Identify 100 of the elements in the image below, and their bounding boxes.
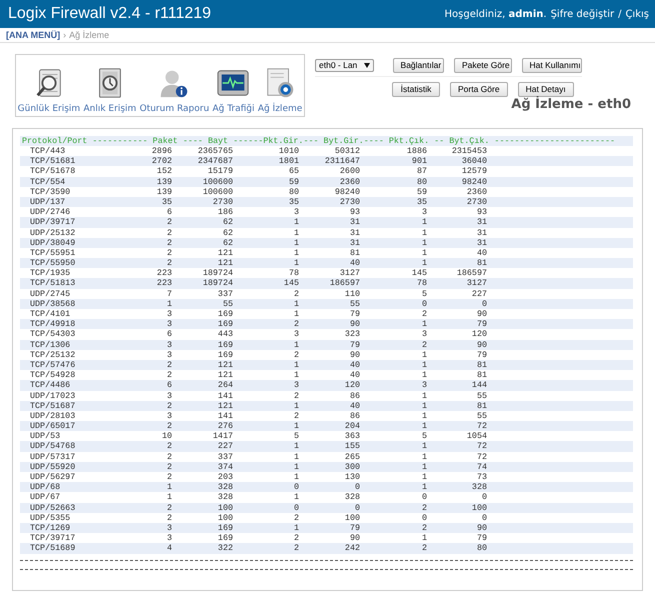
- report-button[interactable]: Bağlantılar: [392, 58, 444, 72]
- count-cell-text: 1: [292, 360, 299, 370]
- count-cell-text: 12579: [460, 166, 487, 177]
- port-cell-text: TCP/51681: [29, 156, 76, 166]
- port-cell-text: UDP/2745: [29, 288, 72, 299]
- count-cell-text: 81: [476, 360, 487, 370]
- count-cell-text: 3: [166, 390, 172, 401]
- count-cell-text: 141: [216, 410, 233, 422]
- count-cell-text: 3: [420, 329, 427, 340]
- port-cell-text: TCP/1269: [29, 522, 72, 534]
- count-cell-text: 1: [420, 238, 427, 248]
- menu-item[interactable]: Ağ İzleme: [258, 66, 302, 114]
- count-cell-text: 2: [166, 238, 172, 248]
- count-cell-text: 1: [292, 217, 299, 228]
- count-cell-text: 1: [420, 258, 427, 268]
- count-cell-text: 0: [420, 492, 427, 503]
- count-cell-text: 2702: [150, 156, 172, 166]
- count-cell-text: 73: [476, 472, 487, 482]
- count-cell-text: 3: [166, 533, 172, 544]
- count-cell-text: 55: [222, 298, 233, 310]
- port-cell-text: TCP/57476: [29, 360, 76, 370]
- count-cell-text: 90: [476, 522, 487, 534]
- count-cell-text: 100: [470, 502, 487, 513]
- count-cell-text: 62: [222, 217, 233, 228]
- menu-item[interactable]: Oturum Raporu: [140, 66, 210, 114]
- count-cell-text: 90: [348, 350, 360, 360]
- count-cell-text: 100: [216, 502, 233, 513]
- count-cell-text: 300: [344, 462, 360, 472]
- port-cell-text: UDP/17023: [29, 390, 76, 401]
- count-cell-text: 1010: [278, 146, 299, 156]
- count-cell-text: 2730: [212, 196, 233, 208]
- count-cell-text: 901: [410, 156, 427, 166]
- menu-item[interactable]: Ağ Trafiği: [212, 66, 254, 114]
- port-cell-text: TCP/554: [29, 176, 66, 187]
- menu-item[interactable]: Günlük Erişim: [18, 66, 80, 114]
- count-cell-text: 6: [166, 380, 172, 391]
- port-cell-text: TCP/55950: [29, 258, 76, 268]
- report-button[interactable]: İstatistik: [392, 82, 440, 96]
- count-cell-text: 152: [156, 166, 172, 177]
- count-cell-text: 2600: [338, 166, 360, 177]
- count-cell-text: 2347687: [196, 156, 233, 166]
- count-cell-text: 169: [216, 350, 233, 360]
- report-button[interactable]: Pakete Göre: [454, 58, 512, 72]
- count-cell-text: 328: [216, 492, 233, 503]
- count-cell-text: 81: [476, 370, 487, 380]
- count-cell-text: 0: [420, 298, 427, 310]
- count-cell-text: 40: [348, 360, 360, 370]
- count-cell-text: 2: [166, 228, 172, 238]
- count-cell-text: 0: [480, 492, 487, 503]
- report-button[interactable]: Hat Detayı: [518, 82, 574, 96]
- count-cell-text: 59: [288, 176, 299, 187]
- count-cell-text: 80: [416, 176, 427, 187]
- interface-dropdown[interactable]: eth0 - Lan: [315, 58, 374, 72]
- count-cell-text: 15179: [206, 166, 233, 177]
- port-cell-text: TCP/55951: [29, 248, 76, 258]
- report-button[interactable]: Hat Kullanımı: [522, 58, 582, 72]
- count-cell-text: 81: [348, 248, 360, 258]
- report-header: Protokol/Port ----------- Paket ---- Bayt ------Pkt.Gir.--- Byt.Gir.---- Pkt.Çık. -- Byt.Çık. ------------------------: [20, 136, 633, 146]
- count-cell-text: 2: [166, 472, 172, 482]
- count-cell-text: 169: [216, 319, 233, 330]
- count-cell-text: 79: [348, 340, 360, 350]
- count-cell-text: 1: [420, 400, 427, 411]
- count-cell-text: 1: [420, 441, 427, 452]
- count-cell-text: 3: [166, 350, 172, 360]
- count-cell-text: 80: [288, 186, 299, 197]
- count-cell-text: 7: [166, 288, 172, 299]
- count-cell-text: 204: [344, 421, 360, 432]
- count-cell-text: 1: [292, 441, 299, 452]
- count-cell-text: 5: [292, 431, 299, 442]
- breadcrumb-link[interactable]: [ANA MENÜ]: [6, 30, 60, 40]
- count-cell-text: 2730: [338, 196, 360, 208]
- count-cell-text: 72: [476, 421, 487, 432]
- count-cell-text: 79: [348, 309, 360, 320]
- count-cell-text: 90: [476, 309, 487, 320]
- count-cell-text: 93: [348, 207, 360, 218]
- count-cell-text: 120: [470, 329, 487, 340]
- port-cell-text: TCP/51813: [29, 278, 76, 289]
- count-cell-text: 265: [344, 452, 360, 462]
- count-cell-text: 1: [292, 400, 299, 411]
- menu-item[interactable]: Anlık Erişim: [84, 66, 136, 114]
- count-cell-text: 1: [420, 350, 427, 360]
- logout-link[interactable]: Çıkış: [625, 8, 649, 20]
- count-cell-text: 40: [476, 248, 487, 258]
- count-cell-text: 79: [476, 319, 487, 330]
- count-cell-text: 1: [292, 340, 299, 350]
- count-cell-text: 6: [166, 329, 172, 340]
- count-cell-text: 100600: [202, 176, 233, 187]
- report-button[interactable]: Porta Göre: [450, 82, 508, 96]
- count-cell-text: 186597: [328, 278, 360, 289]
- change-password-link[interactable]: Şifre değiştir: [550, 8, 614, 20]
- count-cell-text: 5: [420, 288, 427, 299]
- port-cell-text: TCP/54303: [29, 329, 76, 340]
- port-cell-text: UDP/57317: [29, 452, 76, 462]
- count-cell-text: 2: [420, 543, 427, 554]
- count-cell-text: 72: [476, 441, 487, 452]
- count-cell-text: 79: [348, 522, 360, 534]
- count-cell-text: 2: [166, 370, 172, 380]
- count-cell-text: 1: [420, 421, 427, 432]
- count-cell-text: 443: [216, 329, 233, 340]
- count-cell-text: 141: [216, 390, 233, 401]
